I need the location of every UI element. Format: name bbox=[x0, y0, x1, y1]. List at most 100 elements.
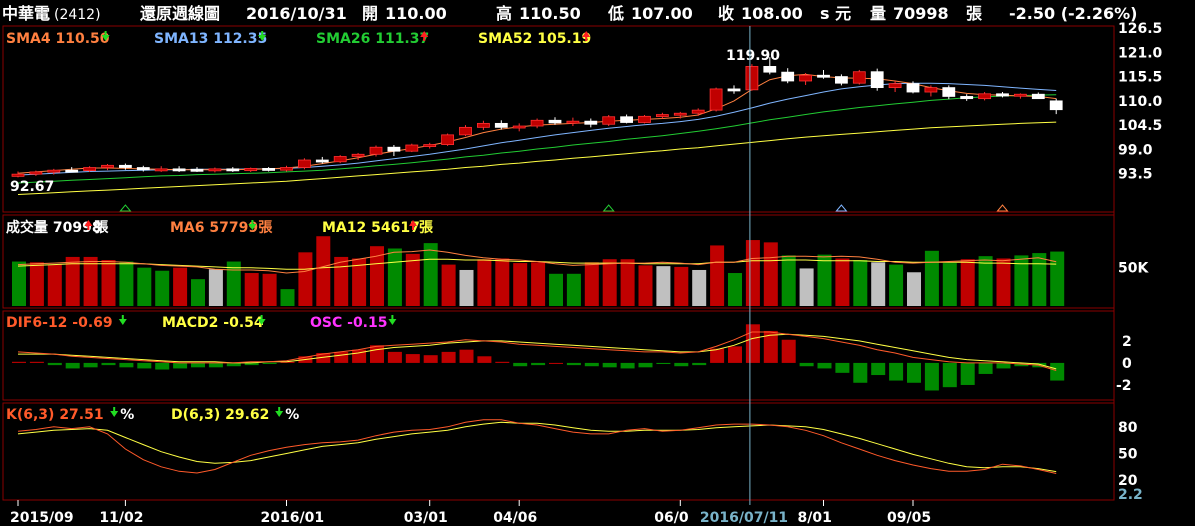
volume-bar bbox=[924, 250, 939, 306]
volume-bar bbox=[602, 259, 617, 306]
volume-bar bbox=[208, 269, 223, 306]
candle-body bbox=[297, 159, 311, 168]
volume-bar bbox=[1050, 251, 1065, 306]
candle-body bbox=[119, 164, 132, 168]
candle-body bbox=[584, 120, 598, 125]
price-arrow-stem bbox=[585, 36, 588, 41]
volume-bar bbox=[226, 261, 241, 306]
volume-bar bbox=[423, 243, 438, 306]
osc-bar bbox=[47, 362, 62, 366]
low-label: 低 bbox=[607, 4, 624, 23]
candle-body bbox=[494, 122, 508, 128]
close-unit: s 元 bbox=[820, 4, 851, 23]
osc-bar bbox=[620, 362, 635, 369]
osc-bar bbox=[226, 362, 241, 367]
candle-body bbox=[315, 159, 329, 163]
candle-body bbox=[29, 171, 43, 175]
volume-bar bbox=[280, 289, 295, 306]
osc-bar bbox=[370, 345, 384, 363]
price-legend-sma52: SMA52 105.19 bbox=[478, 31, 591, 47]
osc-bar bbox=[674, 362, 689, 367]
kd-legend-d-6-3-: D(6,3) 29.62 bbox=[171, 407, 269, 423]
osc-bar bbox=[387, 351, 402, 363]
osc-bar bbox=[549, 362, 563, 364]
volume-bar bbox=[387, 248, 402, 306]
kd-arrow-stem bbox=[278, 407, 281, 412]
osc-bar bbox=[978, 362, 993, 374]
x-tick-label: 09/05 bbox=[887, 510, 931, 526]
candle-body bbox=[154, 168, 168, 172]
osc-bar bbox=[65, 362, 80, 369]
signal-marker bbox=[602, 204, 615, 212]
price-y-tick-0: 126.5 bbox=[1118, 21, 1162, 37]
volume-bar bbox=[763, 242, 778, 306]
osc-bar bbox=[889, 362, 904, 381]
price-y-tick-6: 93.5 bbox=[1118, 167, 1153, 183]
chart-title: 還原週線圖 bbox=[140, 4, 220, 23]
price-y-tick-3: 110.0 bbox=[1118, 94, 1163, 110]
candle-body bbox=[280, 167, 293, 171]
osc-bar bbox=[155, 362, 170, 370]
open-label: 開 bbox=[362, 4, 378, 23]
kd-legend-unit: % bbox=[285, 407, 299, 423]
volume-legend-ma6: MA6 57799 bbox=[170, 220, 258, 236]
candle-body bbox=[996, 93, 1009, 97]
osc-bar bbox=[495, 361, 510, 363]
volume-bar bbox=[137, 267, 152, 306]
macd-legend-macd2: MACD2 -0.54 bbox=[162, 315, 264, 331]
signal-marker bbox=[835, 204, 848, 212]
candle-body bbox=[101, 164, 114, 168]
candle-body bbox=[387, 146, 401, 152]
close-value: 108.00 bbox=[741, 4, 803, 23]
volume-bar bbox=[620, 259, 635, 306]
candle-body bbox=[1031, 93, 1045, 100]
osc-bar bbox=[602, 362, 617, 368]
volume-value: 70998 bbox=[893, 4, 949, 23]
volume-bar bbox=[155, 270, 170, 306]
osc-bar bbox=[29, 361, 44, 363]
candle-body bbox=[172, 168, 186, 172]
volume-bar bbox=[1014, 255, 1029, 306]
volume-unit: 張 bbox=[966, 4, 983, 23]
osc-bar bbox=[334, 351, 349, 363]
low-value: 107.00 bbox=[631, 4, 693, 23]
x-tick-label: 8/01 bbox=[798, 510, 832, 526]
volume-bar bbox=[477, 259, 492, 306]
osc-bar bbox=[12, 361, 26, 363]
x-tick-label: 03/01 bbox=[404, 510, 448, 526]
osc-bar bbox=[119, 362, 134, 368]
osc-bar bbox=[745, 324, 760, 363]
osc-bar bbox=[513, 362, 528, 367]
osc-bar bbox=[1050, 362, 1065, 381]
volume-legend-ma12: MA12 54617 bbox=[322, 220, 420, 236]
volume-bar bbox=[889, 264, 904, 306]
volume-bar bbox=[907, 272, 921, 306]
volume-bar bbox=[531, 262, 546, 306]
stock-code: (2412) bbox=[54, 7, 101, 23]
min-price-label: 92.67 bbox=[10, 179, 54, 195]
candle-body bbox=[620, 116, 633, 123]
candle-body bbox=[208, 168, 222, 172]
kd-y-tick-0: 80 bbox=[1118, 420, 1138, 436]
osc-bar bbox=[656, 362, 671, 365]
cursor-date-label: 2016/07/11 bbox=[700, 510, 788, 526]
candle-body bbox=[226, 168, 240, 172]
max-price-label: 119.90 bbox=[726, 48, 780, 64]
volume-bar bbox=[566, 273, 581, 306]
osc-bar bbox=[423, 355, 438, 363]
price-panel-frame bbox=[2, 25, 1115, 213]
volume-bar bbox=[316, 236, 331, 306]
candle-body bbox=[602, 116, 616, 125]
candle-body bbox=[11, 173, 25, 177]
volume-bar bbox=[513, 263, 528, 306]
volume-legend-unit: 張 bbox=[258, 220, 273, 236]
volume-bar bbox=[942, 263, 957, 306]
sma52-line bbox=[17, 121, 1057, 195]
candle-body bbox=[978, 93, 991, 100]
signal-marker bbox=[996, 204, 1009, 212]
osc-bar bbox=[799, 362, 814, 367]
volume-y-tick: 50K bbox=[1118, 261, 1149, 277]
candle-body bbox=[942, 87, 956, 97]
osc-bar bbox=[262, 362, 277, 365]
price-legend-sma4: SMA4 110.50 bbox=[6, 31, 110, 47]
